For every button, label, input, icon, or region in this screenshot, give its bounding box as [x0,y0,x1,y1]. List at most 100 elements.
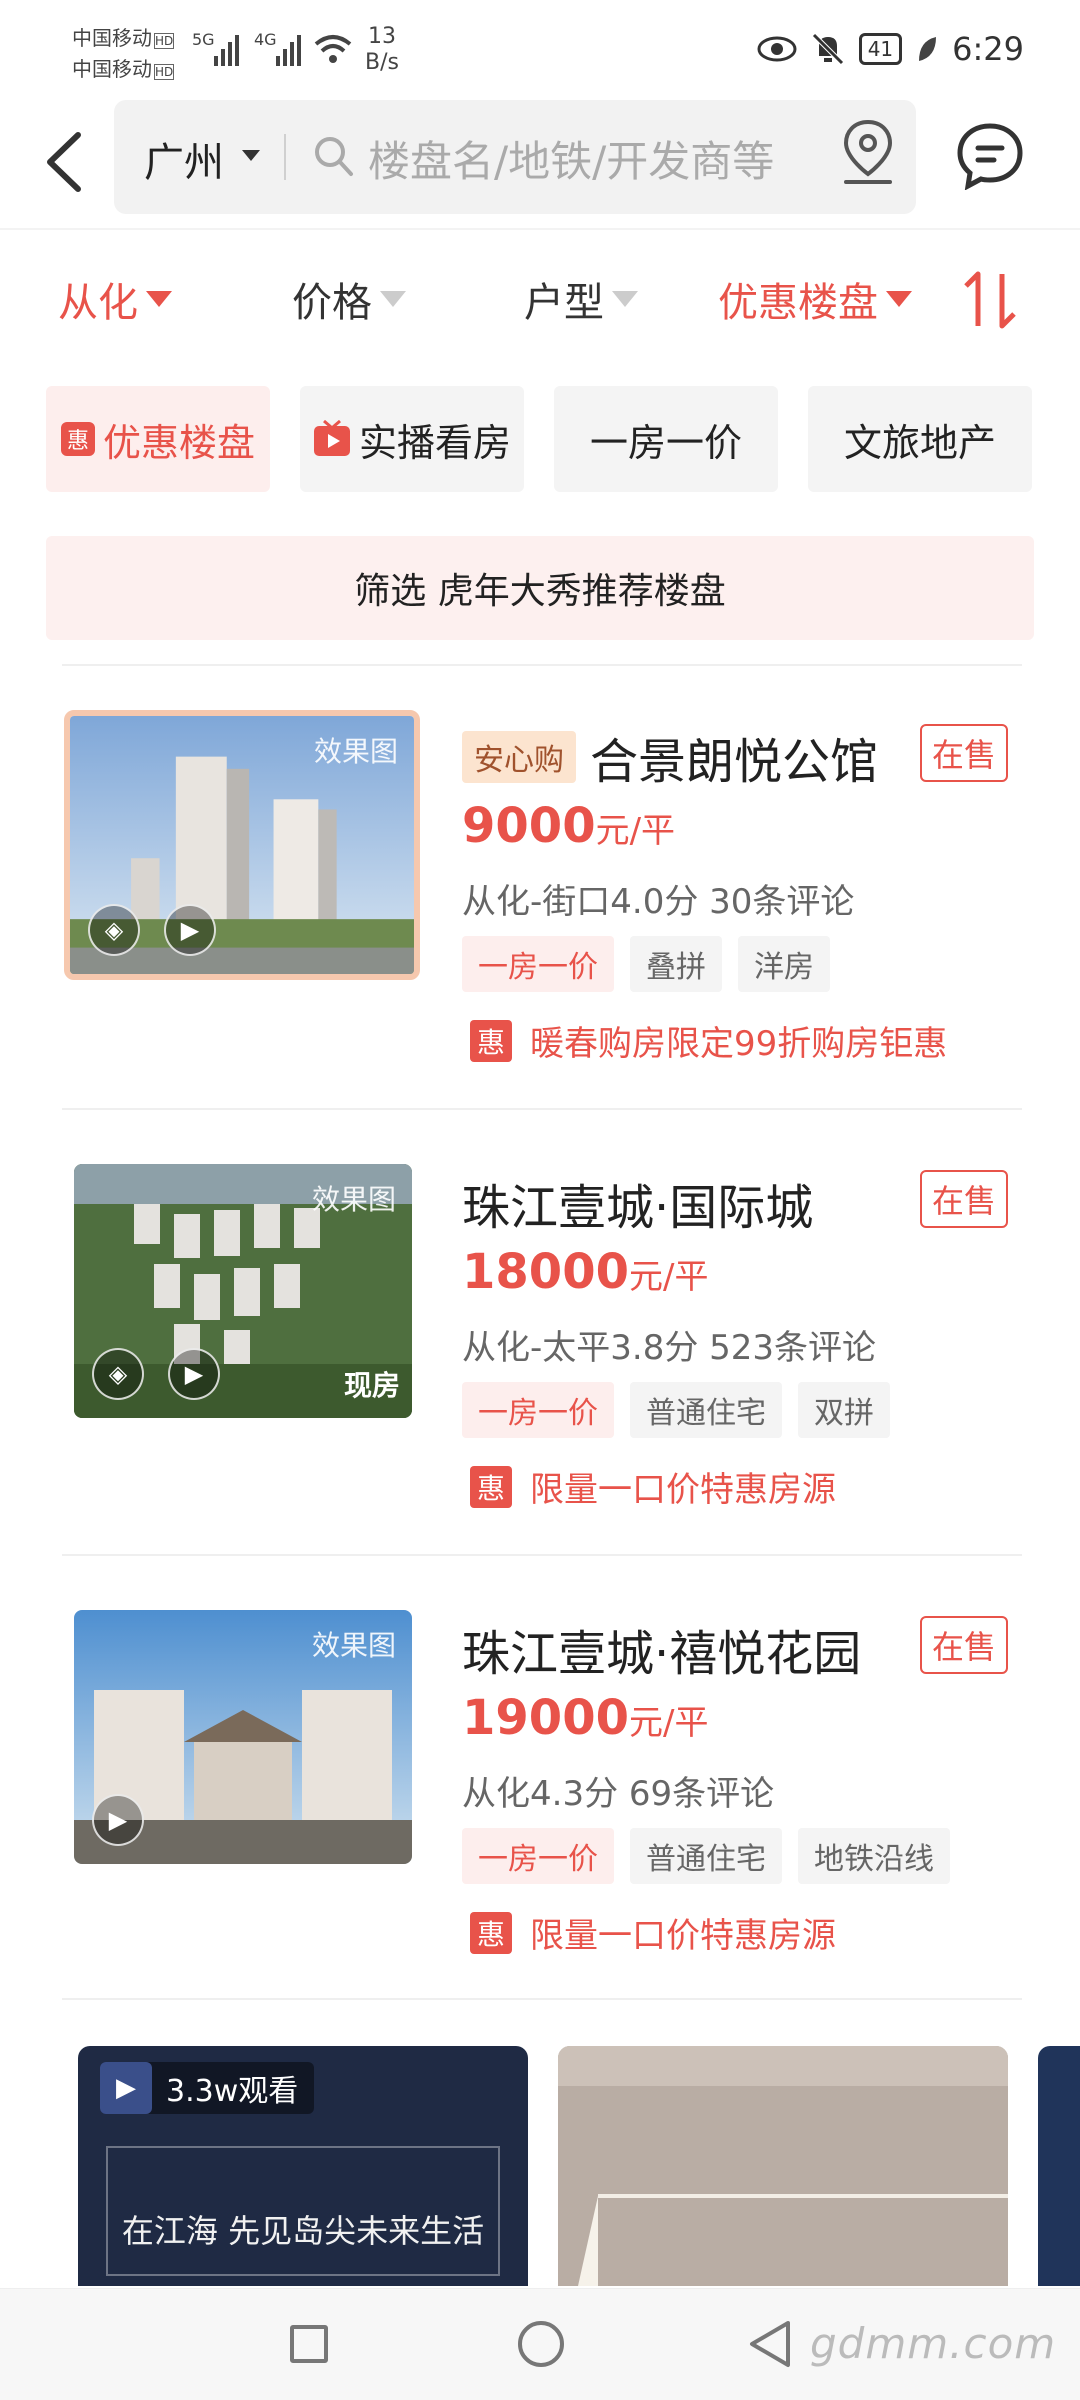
view-count: 3.3w观看 [166,2074,299,2109]
recommend-banner[interactable]: 筛选 虎年大秀推荐楼盘 [46,536,1034,640]
tag: 叠拼 [630,936,722,992]
anxin-badge: 安心购 [462,731,576,783]
play-icon[interactable]: ▶ [92,1794,144,1846]
live-caption: 在江海 先见岛尖未来生活 [106,2146,500,2276]
listing-card[interactable]: 效果图 ◈ ▶ 安心购 合景朗悦公馆 在售 9000元/平 从化-街口4.0分 … [0,710,1080,1158]
search-input[interactable]: 楼盘名/地铁/开发商等 [368,128,774,189]
ready-house-badge: 现房 [343,1369,400,1402]
back-button[interactable] [34,126,94,198]
system-nav-bar: gdmm.com [0,2288,1080,2400]
live-video-card[interactable]: ▶ 3.3w观看 在江海 先见岛尖未来生活 [78,2046,528,2286]
search-bar[interactable]: 广州 楼盘名/地铁/开发商等 [114,100,916,214]
status-badge: 在售 [920,724,1009,782]
filter-district[interactable]: 从化 [58,270,172,328]
listing-card[interactable]: 效果图 ▶ 珠江壹城·禧悦花园 在售 19000元/平 从化4.3分 69条评论… [0,1610,1080,2050]
play-icon[interactable]: ▶ [168,1348,220,1400]
thumb-label: 效果图 [311,1183,396,1216]
quick-tag-label: 一房一价 [589,420,742,465]
recents-button[interactable] [290,2325,328,2363]
quick-tag-row: 惠 优惠楼盘 实播看房 一房一价 文旅地产 [46,386,1036,492]
play-icon: ▶ [100,2062,152,2114]
quick-tag-label: 优惠楼盘 [102,420,255,465]
listing-title: 珠江壹城·国际城 [462,1180,814,1236]
carrier-1: 中国移动 [72,26,152,50]
sort-icon[interactable] [962,270,1018,330]
location-pin-icon[interactable] [840,118,896,188]
net-speed: 13 B/s [365,24,399,76]
thumb-label: 效果图 [313,735,398,768]
net-4g: 4G [254,30,277,49]
promo-text: 暖春购房限定99折购房钜惠 [530,1024,948,1064]
filter-label: 户型 [524,280,604,326]
tag: 一房一价 [462,1828,614,1884]
filter-layout[interactable]: 户型 [524,270,638,328]
price-value: 9000 [462,798,596,854]
listing-meta: 从化4.3分 69条评论 [462,1774,775,1814]
listing-promo[interactable]: 惠暖春购房限定99折购房钜惠 [470,1016,947,1065]
filter-label: 优惠楼盘 [718,280,878,326]
back-nav-icon[interactable] [748,2319,792,2369]
price-unit: 元/平 [629,1703,709,1743]
listing-card[interactable]: 效果图 现房 ◈ ▶ 珠江壹城·国际城 在售 18000元/平 从化-太平3.8… [0,1164,1080,1604]
status-right: 41 6:29 [757,30,1024,68]
listing-promo[interactable]: 惠限量一口价特惠房源 [470,1462,836,1511]
thumb-label: 效果图 [311,1629,396,1662]
filter-price[interactable]: 价格 [292,270,406,328]
price-unit: 元/平 [595,811,676,851]
caret-down-icon [146,291,172,307]
carrier-2: 中国移动 [72,57,152,81]
listing-thumbnail[interactable]: 效果图 现房 ◈ ▶ [74,1164,412,1418]
divider [62,664,1022,666]
promo-text: 限量一口价特惠房源 [530,1916,836,1956]
listing-promo[interactable]: 惠限量一口价特惠房源 [470,1908,836,1957]
price-value: 18000 [462,1244,629,1300]
discount-icon: 惠 [470,1019,512,1062]
live-video-card[interactable] [558,2046,1008,2286]
listing-thumbnail[interactable]: 效果图 ▶ [74,1610,412,1864]
caret-down-icon [380,291,406,307]
city-selector[interactable]: 广州 [144,130,224,188]
quick-tag-discount[interactable]: 惠 优惠楼盘 [46,386,270,492]
divider [0,228,1080,230]
hd-badge: HD [154,64,175,80]
filter-label: 价格 [292,280,372,326]
play-icon[interactable]: ▶ [164,904,216,956]
message-icon[interactable] [956,122,1024,190]
live-video-card[interactable] [1038,2046,1080,2286]
listing-title-row: 安心购 合景朗悦公馆 [462,722,878,792]
search-icon [315,137,353,176]
filter-discount[interactable]: 优惠楼盘 [718,270,912,328]
listing-tags: 一房一价 普通住宅 双拼 [462,1382,890,1438]
watermark: gdmm.com [810,2319,1057,2368]
signal-icon [276,35,301,66]
caret-down-icon [612,291,638,307]
wifi-icon [314,35,352,63]
listing-tags: 一房一价 普通住宅 地铁沿线 [462,1828,950,1884]
battery-indicator: 41 [858,33,903,65]
home-button[interactable] [518,2321,564,2367]
listing-price: 19000元/平 [462,1690,708,1746]
view-count-badge: ▶ 3.3w观看 [100,2062,315,2114]
status-badge: 在售 [920,1170,1009,1228]
layers-icon[interactable]: ◈ [92,1348,144,1400]
listing-thumbnail[interactable]: 效果图 ◈ ▶ [64,710,420,980]
caret-down-icon [242,150,260,161]
carrier-info: 中国移动 HD 中国移动 HD [72,24,175,86]
price-value: 19000 [462,1690,629,1746]
listing-title-row: 珠江壹城·禧悦花园 [462,1614,861,1684]
tag: 普通住宅 [630,1382,782,1438]
signal-icon [214,35,239,66]
divider [62,1554,1022,1556]
quick-tag-tourism[interactable]: 文旅地产 [808,386,1032,492]
listing-title: 珠江壹城·禧悦花园 [462,1626,862,1682]
caret-down-icon [886,291,912,307]
listing-meta: 从化-街口4.0分 30条评论 [462,882,855,922]
quick-tag-live[interactable]: 实播看房 [300,386,524,492]
listing-tags: 一房一价 叠拼 洋房 [462,936,830,992]
status-badge: 在售 [920,1616,1009,1674]
leaf-icon [919,37,937,61]
net-5g: 5G [192,30,215,49]
interior-image [558,2046,1008,2286]
quick-tag-one-price[interactable]: 一房一价 [554,386,778,492]
layers-icon[interactable]: ◈ [88,904,140,956]
